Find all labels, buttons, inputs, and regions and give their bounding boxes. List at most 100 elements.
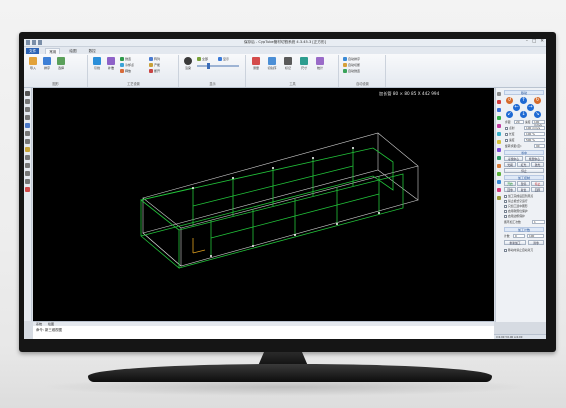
sort-button[interactable]: 排序 [41,57,53,70]
render-button[interactable]: 渲染 [182,57,194,70]
layer-swatch[interactable] [497,156,501,160]
3d-viewport[interactable]: 加长管 80 × 80 85 X 442 994 [33,88,494,321]
rotate-step-input[interactable]: 90 [534,144,545,148]
minimize-button[interactable]: – [526,39,528,44]
line-icon[interactable] [25,99,30,104]
front-view-icon[interactable] [25,163,30,168]
slider-knob[interactable] [207,63,210,69]
stop-button[interactable]: 停止 [531,181,544,186]
delete-icon[interactable] [25,187,30,192]
repeat-input[interactable]: 1 [532,220,545,224]
cut-order-button[interactable]: 切割序 [266,57,278,70]
circle-icon[interactable] [25,115,30,120]
mark-button[interactable]: 标记 [282,57,294,70]
pause-button[interactable]: 暂停 [517,181,530,186]
dimension-button[interactable]: 尺寸 [298,57,310,70]
clear-count-button[interactable]: 清零 [528,240,544,245]
microjoint-button[interactable]: 微连 [120,57,131,61]
select-button[interactable]: 选择 [55,57,67,70]
import-button[interactable]: 导入 [27,57,39,70]
tab-cnc[interactable]: 数控 [86,48,99,54]
layer-swatch[interactable] [497,140,501,144]
auto-microjoint-button[interactable]: 自动微连 [343,69,360,73]
shutter-button[interactable]: 光闸 [504,162,516,167]
auto-sort-button[interactable]: 自动排序 [343,57,360,61]
rate-input[interactable]: 500 % [524,138,545,142]
layer-swatch[interactable] [497,164,501,168]
option-checkbox[interactable] [504,194,507,198]
length-input[interactable]: 100 % [524,132,545,136]
cooling-point-button[interactable]: 冷却点 [120,63,134,67]
tube-center-button[interactable]: 找管中心 [525,156,544,161]
fit-icon[interactable] [25,147,30,152]
rate-checkbox[interactable] [505,138,508,142]
layer-swatch[interactable] [497,180,501,184]
option-checkbox[interactable] [504,214,507,218]
up-arrow-button[interactable]: ↑ [520,97,527,104]
jog-speed-input[interactable]: 100 mm/s [524,126,545,130]
rotate-cw-button[interactable]: ↻ [534,97,541,104]
down-right-arrow-button[interactable]: ↘ [534,111,541,118]
tab-home[interactable]: 常用 [45,47,61,54]
close-button[interactable]: ✕ [540,39,544,44]
iso-view-icon[interactable] [25,179,30,184]
pan-icon[interactable] [25,123,30,128]
length-checkbox[interactable] [505,132,508,136]
footer-checkbox[interactable] [504,248,507,252]
compensation-button[interactable]: 补偿 [105,57,117,70]
return-origin-button[interactable]: 回原 [531,187,544,192]
display-button[interactable]: 显示 [218,57,229,61]
right-arrow-button[interactable]: → [527,104,534,111]
lead-button[interactable]: 引线 [91,57,103,70]
display-slider[interactable] [197,63,239,69]
side-view-icon[interactable] [25,171,30,176]
find-center-button[interactable]: 寻找中心 [504,156,523,161]
top-view-icon[interactable] [25,155,30,160]
speed-input[interactable]: 100 mm/s [532,120,545,127]
laser-button[interactable]: 激光 [531,162,544,167]
release-button[interactable]: 释放 [120,69,131,73]
axis-x [192,249,206,254]
layer-swatch[interactable] [497,172,501,176]
rect-icon[interactable] [25,107,30,112]
stop-light-button[interactable]: 停止 [504,168,544,173]
pointer-icon[interactable] [25,91,30,96]
layer-swatch[interactable] [497,148,501,152]
layer-swatch[interactable] [497,188,501,192]
start-button[interactable]: 开始 [504,181,516,186]
left-arrow-button[interactable]: ← [513,104,520,111]
statistics-button[interactable]: 统计 [314,57,326,70]
maximize-button[interactable]: □ [532,39,536,44]
rotate-icon[interactable] [25,139,30,144]
layer-swatch[interactable] [497,116,501,120]
capacity-button[interactable]: 产能 [149,63,160,67]
layer-swatch[interactable] [497,132,501,136]
show-all-button[interactable]: 全部 [197,57,208,61]
layer-swatch[interactable] [497,100,501,104]
auto-cut-button[interactable]: 自动切断 [343,63,360,67]
restart-button[interactable]: 重新加工 [504,240,526,245]
option-checkbox[interactable] [504,204,507,208]
tab-file[interactable]: 文件 [26,47,40,54]
layer-swatch[interactable] [497,196,501,200]
layer-swatch[interactable] [497,92,501,96]
break-button[interactable]: 断开 [149,69,160,73]
option-checkbox[interactable] [504,209,507,213]
home-button[interactable]: 回零 [504,187,516,192]
option-checkbox[interactable] [504,199,507,203]
step-input[interactable]: 20 [514,120,524,124]
red-light-button[interactable]: 红光 [517,162,530,167]
rotate-ccw-button[interactable]: ↺ [506,97,513,104]
zoom-icon[interactable] [25,131,30,136]
layer-swatch[interactable] [497,124,501,128]
layer-swatch[interactable] [497,108,501,112]
array-button[interactable]: 阵列 [149,57,160,61]
reset-button[interactable]: 复位 [517,187,530,192]
count-target-input[interactable]: 100 [527,234,544,238]
tab-draw[interactable]: 绘图 [66,48,79,54]
down-arrow-button[interactable]: ↓ [520,111,527,118]
command-line[interactable]: 命令: 新三维视图 [33,326,494,339]
down-left-arrow-button[interactable]: ↙ [506,111,513,118]
measure-button[interactable]: 测量 [250,57,262,70]
jog-checkbox[interactable] [505,126,508,130]
